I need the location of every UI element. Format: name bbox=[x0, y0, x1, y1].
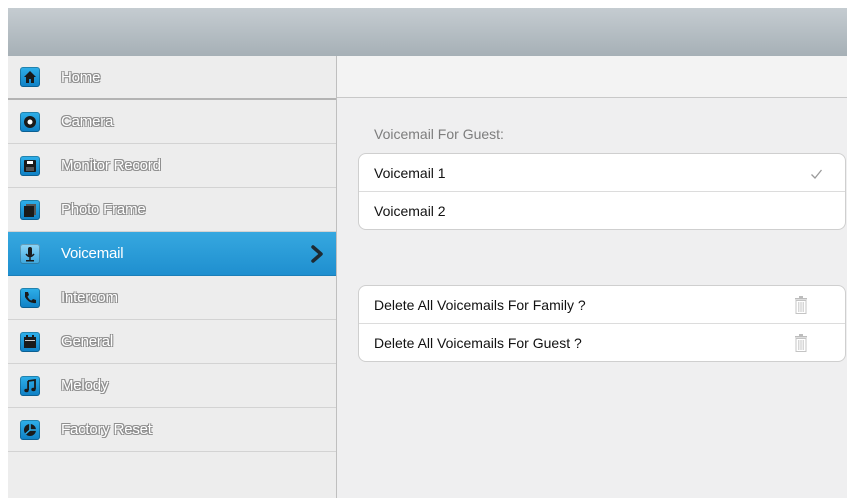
microphone-icon bbox=[20, 243, 40, 264]
home-icon bbox=[20, 67, 40, 87]
action-label: Delete All Voicemails For Family ? bbox=[374, 296, 586, 313]
calendar-icon bbox=[20, 331, 40, 352]
sidebar-item-factory-reset[interactable]: Factory Reset bbox=[8, 408, 336, 452]
sidebar-item-voicemail[interactable]: Voicemail bbox=[8, 232, 336, 276]
reset-icon bbox=[20, 419, 40, 440]
music-note-icon bbox=[20, 375, 40, 396]
trash-icon[interactable] bbox=[795, 295, 807, 314]
chevron-right-icon bbox=[310, 244, 324, 263]
voicemail-option-1[interactable]: Voicemail 1 bbox=[359, 154, 845, 192]
sidebar-item-label: Melody bbox=[61, 377, 109, 394]
photo-frame-icon bbox=[20, 199, 40, 220]
trash-icon[interactable] bbox=[795, 333, 807, 352]
option-label: Voicemail 2 bbox=[374, 202, 446, 219]
settings-sidebar: Home Camera Monitor Record Photo Frame V… bbox=[8, 56, 337, 498]
sidebar-item-intercom[interactable]: Intercom bbox=[8, 276, 336, 320]
delete-actions-group: Delete All Voicemails For Family ? Delet… bbox=[358, 285, 846, 362]
sidebar-item-label: Photo Frame bbox=[61, 201, 146, 218]
delete-family-voicemails[interactable]: Delete All Voicemails For Family ? bbox=[359, 286, 845, 324]
sidebar-item-home[interactable]: Home bbox=[8, 56, 336, 100]
sidebar-item-label: Monitor Record bbox=[61, 157, 161, 174]
sidebar-item-melody[interactable]: Melody bbox=[8, 364, 336, 408]
voicemail-option-2[interactable]: Voicemail 2 bbox=[359, 192, 845, 229]
sidebar-item-label: Camera bbox=[61, 113, 114, 130]
sidebar-item-label: Home bbox=[61, 68, 101, 86]
panel-header bbox=[337, 56, 847, 98]
sidebar-item-label: Intercom bbox=[61, 289, 118, 306]
action-label: Delete All Voicemails For Guest ? bbox=[374, 334, 582, 351]
camera-icon bbox=[20, 111, 40, 132]
top-bar bbox=[8, 8, 847, 56]
sidebar-item-label: Voicemail bbox=[61, 245, 124, 262]
voicemail-options-group: Voicemail 1 Voicemail 2 bbox=[358, 153, 846, 230]
checkmark-icon bbox=[810, 167, 823, 179]
sidebar-item-monitor-record[interactable]: Monitor Record bbox=[8, 144, 336, 188]
floppy-disk-icon bbox=[20, 155, 40, 176]
sidebar-item-photo-frame[interactable]: Photo Frame bbox=[8, 188, 336, 232]
option-label: Voicemail 1 bbox=[374, 164, 446, 181]
sidebar-item-camera[interactable]: Camera bbox=[8, 100, 336, 144]
sidebar-item-label: General bbox=[61, 333, 113, 350]
sidebar-item-label: Factory Reset bbox=[61, 421, 152, 438]
section-label: Voicemail For Guest: bbox=[374, 126, 504, 142]
phone-icon bbox=[20, 287, 40, 308]
delete-guest-voicemails[interactable]: Delete All Voicemails For Guest ? bbox=[359, 324, 845, 361]
sidebar-item-general[interactable]: General bbox=[8, 320, 336, 364]
voicemail-settings-panel: Voicemail For Guest: Voicemail 1 Voicema… bbox=[337, 56, 847, 498]
